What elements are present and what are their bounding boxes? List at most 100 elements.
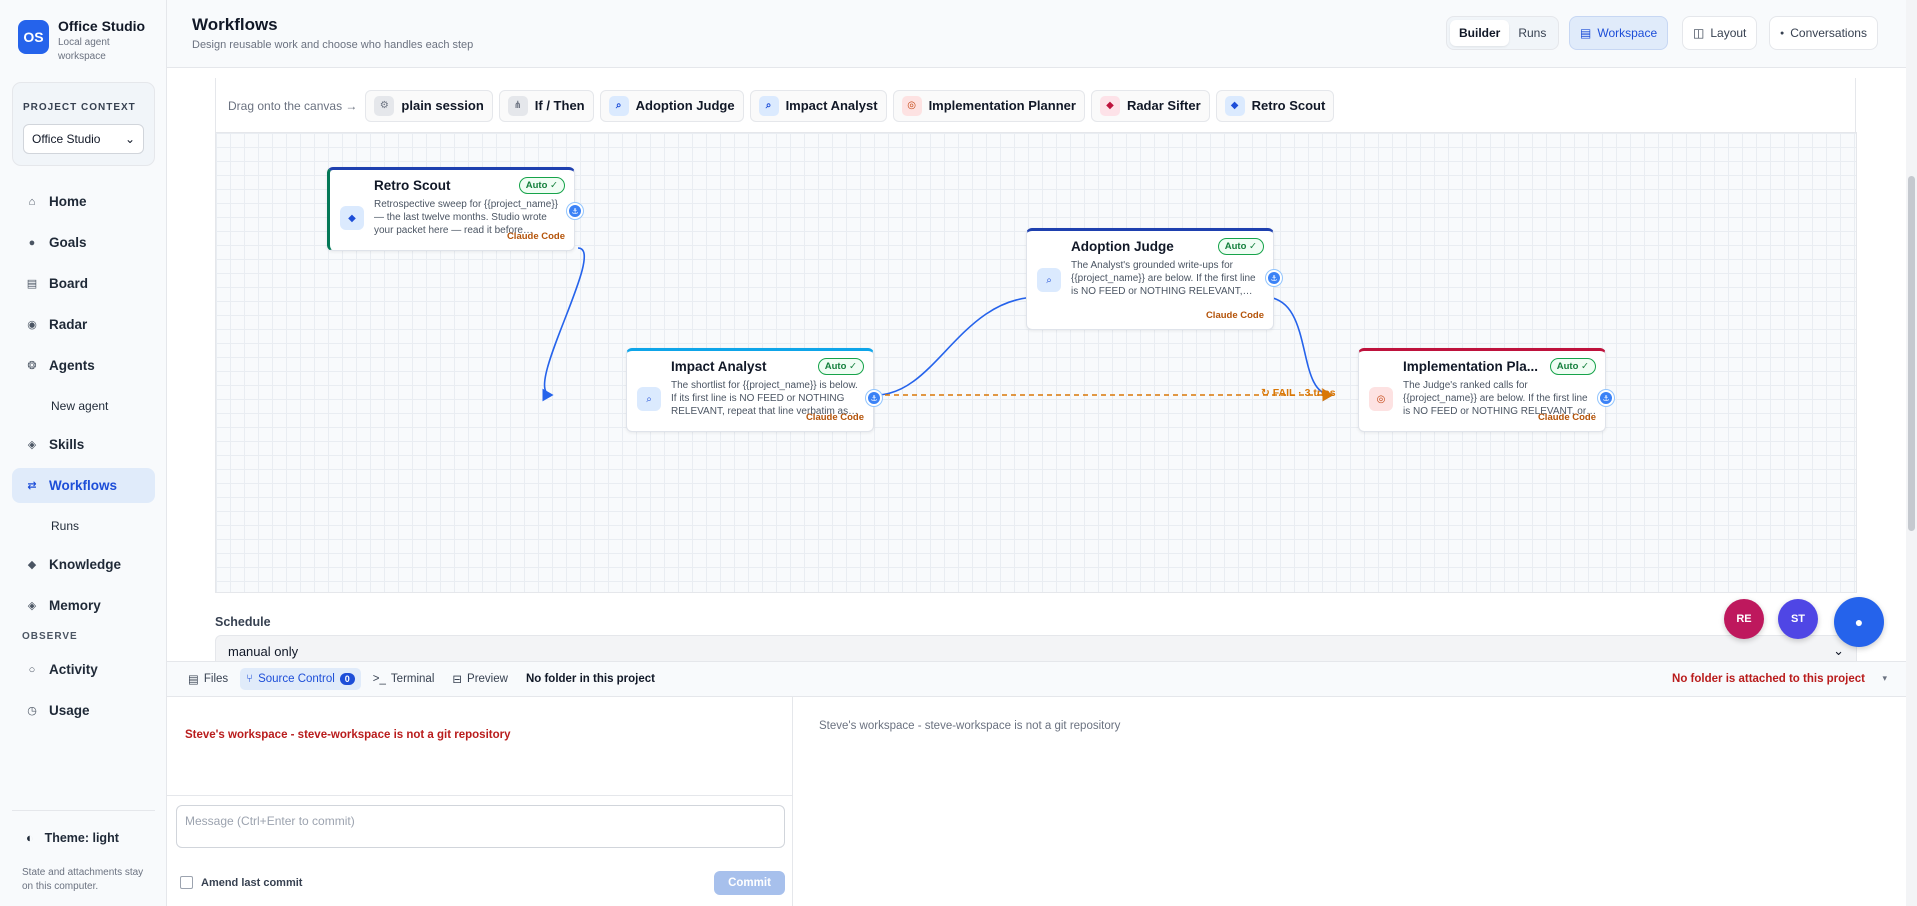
nav-memory[interactable]: ◈ Memory — [12, 588, 155, 623]
workflows-icon: ⇄ — [27, 480, 37, 492]
nav-new-agent[interactable]: New agent — [12, 389, 155, 422]
anchor-port-icon[interactable]: ⚓ — [567, 203, 583, 219]
node-adoption-judge[interactable]: ⌕ Adoption Judge Auto ✓ The Analyst's gr… — [1026, 228, 1282, 330]
half-circle-icon: ◐ — [26, 831, 34, 845]
checkbox[interactable] — [180, 876, 193, 889]
auto-badge[interactable]: Auto ✓ — [1217, 238, 1264, 255]
project-context-title: PROJECT CONTEXT — [23, 102, 136, 113]
chevron-down-icon[interactable]: ▾ — [1882, 673, 1887, 684]
auto-badge[interactable]: Auto ✓ — [1549, 358, 1596, 375]
page-scrollbar[interactable] — [1906, 0, 1917, 906]
layout-button[interactable]: ◫ Layout — [1682, 16, 1758, 50]
palette-item[interactable]: ⋔ If / Then — [498, 89, 594, 122]
palette-item[interactable]: ⚙ plain session — [365, 89, 493, 122]
view-toggle: Builder Runs — [1446, 16, 1560, 50]
node-retro-scout[interactable]: ◆ Retro Scout Auto ✓ Retrospective sweep… — [327, 167, 583, 251]
palette-item[interactable]: ⌕ Impact Analyst — [749, 89, 887, 122]
commit-message-input[interactable]: Message (Ctrl+Enter to commit) — [176, 805, 785, 848]
page-subtitle: Design reusable work and choose who hand… — [192, 39, 474, 51]
conversations-button[interactable]: ● Conversations — [1769, 16, 1878, 50]
node-engine: Claude Code — [506, 231, 565, 242]
workflow-canvas[interactable]: ◆ Retro Scout Auto ✓ Retrospective sweep… — [215, 132, 1857, 593]
chevron-down-icon: ⌄ — [1833, 643, 1844, 658]
commit-button[interactable]: Commit — [714, 871, 785, 895]
palette-item[interactable]: ◆ Retro Scout — [1215, 89, 1335, 122]
panel-tabs: ▤ Files ⑂ Source Control 0 >_ Terminal ⊟ Prev… — [167, 662, 1917, 697]
nav-home[interactable]: ⌂ Home — [12, 184, 155, 219]
workspace-button[interactable]: ▤ Workspace — [1569, 16, 1669, 50]
anchor-port-icon[interactable]: ⚓ — [866, 390, 882, 406]
nav-runs[interactable]: Runs — [12, 509, 155, 542]
edge-retro-impact[interactable] — [542, 247, 585, 402]
nav-goals[interactable]: ● Goals — [12, 225, 155, 260]
auto-badge[interactable]: Auto ✓ — [817, 358, 864, 375]
nav-activity[interactable]: ○ Activity — [12, 652, 155, 687]
avatar[interactable]: ST — [1778, 599, 1818, 639]
node-description: The Analyst's grounded write-ups for {{p… — [1071, 260, 1256, 297]
amend-commit-checkbox[interactable]: Amend last commit — [180, 876, 302, 889]
node-title: Retro Scout — [374, 178, 451, 193]
workspace-label: Workspace — [1597, 26, 1658, 40]
nav-knowledge-label: Knowledge — [49, 557, 122, 572]
anchor-port-icon[interactable]: ⚓ — [1266, 270, 1282, 286]
edge-impact-adoption[interactable] — [875, 290, 1041, 396]
node-title: Adoption Judge — [1071, 239, 1174, 254]
magnifier-icon: ⌕ — [1037, 268, 1061, 292]
memory-icon: ◈ — [27, 600, 37, 612]
target-icon: ◎ — [1369, 387, 1393, 411]
gear-icon: ⚙ — [374, 95, 395, 116]
palette-item[interactable]: ◆ Radar Sifter — [1090, 89, 1210, 122]
brand-logo: OS — [18, 20, 49, 54]
nav-skills-label: Skills — [49, 437, 85, 452]
node-implementation-planner[interactable]: ◎ Implementation Pla... Auto ✓ The Judge… — [1358, 348, 1614, 432]
tab-preview[interactable]: ⊟ Preview — [446, 668, 514, 690]
nav-radar[interactable]: ◉ Radar — [12, 307, 155, 342]
assistant-launcher-button[interactable]: ● — [1834, 597, 1884, 647]
palette-item-label: If / Then — [534, 98, 585, 113]
edge-adoption-planner[interactable] — [1263, 296, 1334, 402]
tab-files[interactable]: ▤ Files — [182, 668, 234, 690]
avatar[interactable]: RE — [1724, 599, 1764, 639]
palette-item[interactable]: ◎ Implementation Planner — [892, 89, 1085, 122]
node-engine: Claude Code — [1537, 412, 1596, 423]
tab-terminal[interactable]: >_ Terminal — [367, 668, 441, 690]
knowledge-icon: ◆ — [27, 559, 37, 571]
activity-icon: ○ — [28, 663, 36, 676]
builder-tab[interactable]: Builder — [1450, 20, 1510, 46]
no-folder-warning: No folder is attached to this project — [1672, 673, 1865, 685]
radar-icon: ◉ — [27, 319, 37, 331]
nav-board-label: Board — [49, 276, 89, 291]
magnifier-icon: ⌕ — [637, 387, 661, 411]
node-palette: Drag onto the canvas → ⚙ plain session ⋔ I… — [215, 78, 1856, 134]
git-error-message: Steve's workspace - steve-workspace is n… — [185, 729, 511, 741]
runs-tab[interactable]: Runs — [1509, 20, 1555, 46]
node-impact-analyst[interactable]: ⌕ Impact Analyst Auto ✓ The shortlist fo… — [626, 348, 882, 432]
nav-radar-label: Radar — [49, 317, 88, 332]
folder-status: No folder in this project — [525, 673, 655, 685]
palette-item[interactable]: ⌕ Adoption Judge — [599, 89, 744, 122]
nav-memory-label: Memory — [49, 598, 101, 613]
nav-knowledge[interactable]: ◆ Knowledge — [12, 547, 155, 582]
auto-badge[interactable]: Auto ✓ — [518, 177, 565, 194]
scrollbar-thumb[interactable] — [1908, 176, 1915, 531]
theme-toggle[interactable]: ◐ Theme: light — [26, 831, 119, 845]
amend-label: Amend last commit — [201, 876, 303, 889]
nav-skills[interactable]: ◈ Skills — [12, 427, 155, 462]
diff-pane-message: Steve's workspace - steve-workspace is n… — [819, 720, 1121, 732]
chevron-down-icon: ⌄ — [124, 132, 135, 146]
tab-preview-label: Preview — [467, 673, 508, 685]
schedule-select[interactable]: manual only ⌄ — [215, 635, 1857, 661]
nav-board[interactable]: ▤ Board — [12, 266, 155, 301]
anchor-port-icon[interactable]: ⚓ — [1598, 390, 1614, 406]
tab-source-control[interactable]: ⑂ Source Control 0 — [240, 668, 361, 690]
project-select[interactable]: Office Studio ⌄ — [23, 124, 144, 154]
observe-section-title: OBSERVE — [22, 631, 78, 642]
nav-usage[interactable]: ◷ Usage — [12, 693, 155, 728]
sidebar-divider — [12, 810, 155, 811]
nav-agents[interactable]: ❂ Agents — [12, 348, 155, 383]
skills-icon: ◈ — [27, 439, 37, 451]
source-control-count: 0 — [339, 673, 355, 685]
nav-workflows[interactable]: ⇄ Workflows — [12, 468, 155, 503]
node-engine: Claude Code — [805, 412, 864, 423]
agents-icon: ❂ — [27, 360, 37, 372]
